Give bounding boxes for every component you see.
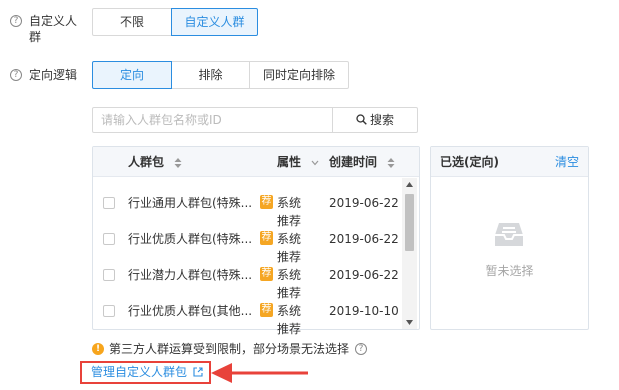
column-header-attr-label: 属性 (277, 155, 302, 169)
logic-option-exclude[interactable]: 排除 (171, 61, 250, 89)
table-row[interactable]: 行业潜力人群包(特殊... 荐 系统推荐 2019-06-22 (93, 264, 405, 300)
column-header-crowd[interactable]: 人群包 (128, 154, 182, 170)
external-link-icon (193, 367, 203, 377)
logic-label: 定向逻辑 (29, 68, 78, 82)
selected-panel-header: 已选(定向) 清空 (431, 147, 588, 177)
search-input[interactable]: 请输入人群包名称或ID (92, 107, 333, 133)
row-crowd-name: 行业优质人群包(其他... (128, 304, 253, 318)
table-row[interactable]: 行业通用人群包(特殊... 荐 系统推荐 2019-06-22 (93, 192, 405, 228)
table-row[interactable]: 行业优质人群包(其他... 荐 系统推荐 2019-10-10 (93, 300, 405, 336)
custom-crowd-segmented-control: 不限 自定义人群 (92, 8, 258, 36)
scroll-down-arrow-icon[interactable] (406, 320, 413, 325)
empty-state-text: 暂未选择 (485, 264, 534, 278)
row-attr: 系统推荐 (277, 268, 302, 300)
recommend-badge: 荐 (260, 195, 273, 209)
recommend-badge: 荐 (260, 231, 273, 245)
scrollbar[interactable] (402, 178, 417, 329)
chevron-down-icon (311, 160, 319, 165)
table-header: 人群包 属性 创建时间 (93, 147, 419, 177)
row-date: 2019-06-22 (329, 268, 399, 282)
logic-segmented-control: 定向 排除 同时定向排除 (92, 61, 349, 89)
row-date: 2019-10-10 (329, 304, 399, 318)
custom-crowd-label: 自定义人群 (29, 14, 78, 44)
crowd-table: 人群包 属性 创建时间 行业通用人群包(特殊... 荐 系统推荐 2019-06… (92, 146, 420, 336)
custom-crowd-option-custom[interactable]: 自定义人群 (171, 8, 258, 36)
sort-icon (387, 157, 395, 168)
column-header-crowd-label: 人群包 (128, 155, 165, 169)
table-row[interactable]: 行业优质人群包(特殊... 荐 系统推荐 2019-06-22 (93, 228, 405, 264)
row-checkbox[interactable] (103, 305, 115, 317)
scroll-up-arrow-icon[interactable] (406, 182, 413, 187)
recommend-badge: 荐 (260, 267, 273, 281)
column-header-date[interactable]: 创建时间 (329, 154, 395, 170)
annotation-arrow-icon (211, 363, 308, 383)
row-crowd-name: 行业潜力人群包(特殊... (128, 268, 253, 282)
row-attr: 系统推荐 (277, 196, 302, 228)
exclamation-circle-icon: ! (92, 343, 104, 355)
manage-crowd-link[interactable]: 管理自定义人群包 (91, 364, 203, 380)
column-header-date-label: 创建时间 (329, 155, 378, 169)
search-button[interactable]: 搜索 (332, 107, 418, 133)
column-header-attr[interactable]: 属性 (277, 154, 319, 170)
inbox-icon (495, 223, 523, 246)
row-date: 2019-06-22 (329, 196, 399, 210)
recommend-badge: 荐 (260, 303, 273, 317)
row-crowd-name: 行业通用人群包(特殊... (128, 196, 253, 210)
clear-button[interactable]: 清空 (555, 154, 579, 170)
search-icon (356, 114, 367, 125)
logic-option-target[interactable]: 定向 (92, 61, 172, 89)
question-circle-icon[interactable]: ? (10, 69, 22, 81)
question-circle-icon[interactable]: ? (10, 15, 22, 27)
row-crowd-name: 行业优质人群包(特殊... (128, 232, 253, 246)
row-date: 2019-06-22 (329, 232, 399, 246)
row-checkbox[interactable] (103, 269, 115, 281)
search-button-label: 搜索 (369, 113, 394, 127)
row-checkbox[interactable] (103, 197, 115, 209)
manage-crowd-link-label: 管理自定义人群包 (91, 365, 188, 379)
selected-panel: 已选(定向) 清空 暂未选择 (430, 146, 589, 330)
scrollbar-thumb[interactable] (405, 194, 414, 251)
custom-crowd-option-unlimited[interactable]: 不限 (92, 8, 172, 36)
row-checkbox[interactable] (103, 233, 115, 245)
logic-option-both[interactable]: 同时定向排除 (249, 61, 349, 89)
warning-text: 第三方人群运算受到限制，部分场景无法选择 (109, 342, 350, 356)
row-attr: 系统推荐 (277, 232, 302, 264)
sort-icon (174, 157, 182, 168)
question-circle-icon[interactable]: ? (355, 343, 367, 355)
row-attr: 系统推荐 (277, 304, 302, 336)
selected-panel-title: 已选(定向) (440, 155, 499, 169)
